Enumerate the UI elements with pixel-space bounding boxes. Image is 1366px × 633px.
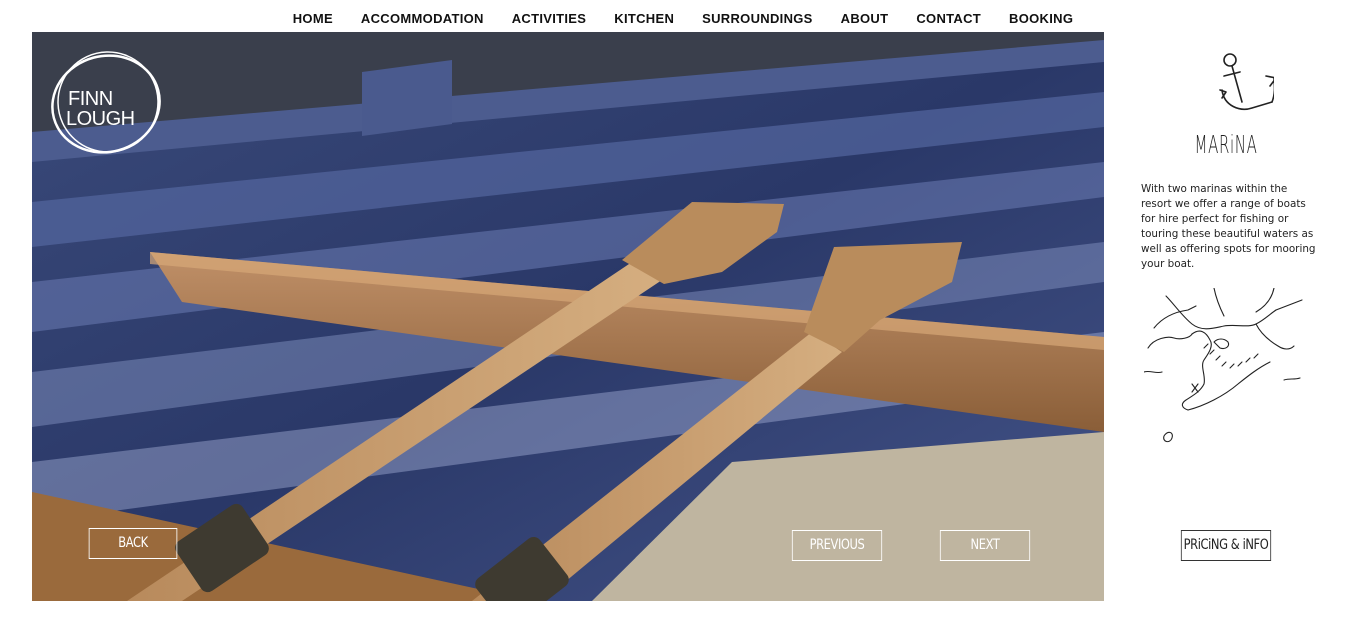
nav-activities[interactable]: ACTIVITIES xyxy=(512,11,587,26)
marina-map-icon xyxy=(1144,288,1303,443)
section-description: With two marinas within the resort we of… xyxy=(1141,183,1316,270)
hero-image: FINN LOUGH BACK PREVIOUS NEXT xyxy=(32,32,1104,601)
main-nav: HOME ACCOMMODATION ACTIVITIES KITCHEN SU… xyxy=(0,0,1366,32)
pricing-info-button[interactable]: PRiCiNG & iNFO xyxy=(1180,530,1272,561)
nav-kitchen[interactable]: KITCHEN xyxy=(614,11,674,26)
nav-home[interactable]: HOME xyxy=(293,11,333,26)
nav-contact[interactable]: CONTACT xyxy=(916,11,981,26)
nav-about[interactable]: ABOUT xyxy=(841,11,889,26)
main-nav-list: HOME ACCOMMODATION ACTIVITIES KITCHEN SU… xyxy=(293,0,1074,26)
back-button[interactable]: BACK xyxy=(88,528,178,559)
next-button[interactable]: NEXT xyxy=(939,530,1031,561)
nav-booking[interactable]: BOOKING xyxy=(1009,11,1073,26)
nav-accommodation[interactable]: ACCOMMODATION xyxy=(361,11,484,26)
logo-text-line2: LOUGH xyxy=(66,108,135,130)
anchor-icon xyxy=(1219,53,1274,110)
previous-button[interactable]: PREVIOUS xyxy=(791,530,883,561)
boat-oars-photo xyxy=(32,32,1104,601)
finn-lough-logo[interactable]: FINN LOUGH xyxy=(48,48,168,158)
info-panel: MARiNA With two marinas within the resor… xyxy=(1104,32,1366,633)
section-title: MARiNA xyxy=(1194,130,1258,159)
nav-surroundings[interactable]: SURROUNDINGS xyxy=(702,11,813,26)
